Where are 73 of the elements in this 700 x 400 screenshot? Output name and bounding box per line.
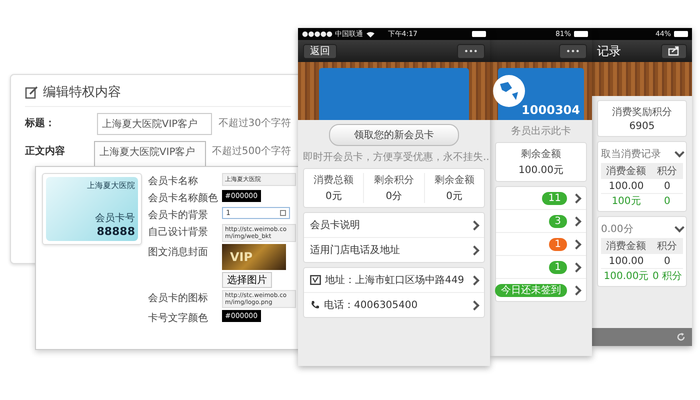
list-item[interactable]: 电话：4006305400 xyxy=(304,292,484,317)
battery-icon xyxy=(574,31,588,37)
vip-image: VIP xyxy=(222,244,286,270)
share-button[interactable] xyxy=(661,44,687,58)
field-hint: 不超过500个字符 xyxy=(212,144,291,158)
card-number-label: 会员卡号 xyxy=(95,212,135,225)
battery-icon xyxy=(674,31,688,37)
count-badge: 1 xyxy=(548,238,567,250)
stat-value: 0分 xyxy=(386,190,402,203)
field-label: 会员卡名称颜色 xyxy=(148,192,218,205)
stat-value: 100.00元 xyxy=(518,164,564,177)
choose-image-button[interactable]: 选择图片 xyxy=(222,272,272,288)
claim-card-button[interactable]: 领取您的新会员卡 xyxy=(329,124,459,146)
table-cell-text: 0 xyxy=(663,180,672,192)
hint-text: 务员出示此卡 xyxy=(510,124,572,138)
stat-value: 0元 xyxy=(446,190,462,203)
column-header: 积分 xyxy=(656,165,678,178)
share-icon xyxy=(668,46,680,56)
list-item[interactable]: 适用门店电话及地址 xyxy=(304,237,484,262)
item-label: 适用门店电话及地址 xyxy=(310,244,401,257)
count-badge: 3 xyxy=(548,214,567,228)
field-label: 会员卡名称 xyxy=(148,174,199,188)
back-button[interactable]: 返回 xyxy=(303,44,337,58)
card-issuer: 上海夏大医院 xyxy=(87,180,135,192)
field-label: 标题： xyxy=(25,116,56,130)
edit-icon xyxy=(25,86,38,98)
more-button[interactable]: ••• xyxy=(456,44,485,58)
stat-value: 0元 xyxy=(325,190,342,203)
table-cell-text: 0 积分 xyxy=(651,270,683,283)
table-cell-text: 0 xyxy=(663,196,672,206)
stat-label: 消费奖励积分 xyxy=(612,106,672,119)
table-cell-text: 0 xyxy=(663,256,672,266)
phone-icon xyxy=(310,300,320,310)
table-cell-text: 100.00 xyxy=(608,256,645,266)
battery-icon xyxy=(472,31,486,37)
table-cell-text: 100.00元 xyxy=(602,270,650,283)
panel-title: 编辑特权内容 xyxy=(43,84,121,101)
stat-label: 剩余积分 xyxy=(374,174,414,187)
column-header: 积分 xyxy=(656,240,678,253)
caret-icon xyxy=(280,210,286,216)
item-label: 会员卡说明 xyxy=(310,218,361,232)
map-icon xyxy=(310,275,321,285)
field-hint: 不超过30个字符 xyxy=(218,116,291,130)
count-badge: 今日还未签到 xyxy=(495,284,567,296)
table-cell-text: 100.00 xyxy=(608,180,645,192)
section-title: 取当消费记录 xyxy=(601,148,661,161)
table-cell-text: 100元 xyxy=(610,195,642,208)
section-title: 0.00分 xyxy=(601,223,634,236)
item-label: 电话：4006305400 xyxy=(324,298,419,312)
wifi-icon xyxy=(366,30,375,38)
stat-value: 6905 xyxy=(629,121,655,132)
column-header: 消费金额 xyxy=(605,240,648,253)
field-label: 会员卡的背景 xyxy=(148,208,209,222)
column-header: 消费金额 xyxy=(605,164,648,178)
text-field[interactable]: 上海夏大医院VIP客户 xyxy=(96,113,212,135)
stat-label: 剩余金额 xyxy=(434,174,474,187)
list-item[interactable]: 会员卡说明 xyxy=(304,213,484,237)
more-button[interactable]: ••• xyxy=(558,44,587,58)
field-label: 正文内容 xyxy=(25,144,66,158)
count-badge: 1 xyxy=(548,260,567,274)
field-label: 自己设计背景 xyxy=(148,226,209,239)
field-label: 卡号文字颜色 xyxy=(148,312,209,325)
screen-title: 记录 xyxy=(597,42,621,60)
card-number: 88888 xyxy=(96,225,135,238)
count-badge: 11 xyxy=(542,192,567,204)
refresh-icon[interactable] xyxy=(676,332,686,342)
stat-label: 消费总额 xyxy=(314,174,354,187)
stat-label: 剩余金额 xyxy=(521,148,561,161)
card-number: 1000304 xyxy=(522,103,580,117)
list-item[interactable]: 地址：上海市虹口区场中路449 xyxy=(304,268,484,292)
field-label: 会员卡的图标 xyxy=(148,292,209,305)
field-label: 图文消息封面 xyxy=(148,246,209,259)
item-label: 地址：上海市虹口区场中路449 xyxy=(325,274,466,287)
